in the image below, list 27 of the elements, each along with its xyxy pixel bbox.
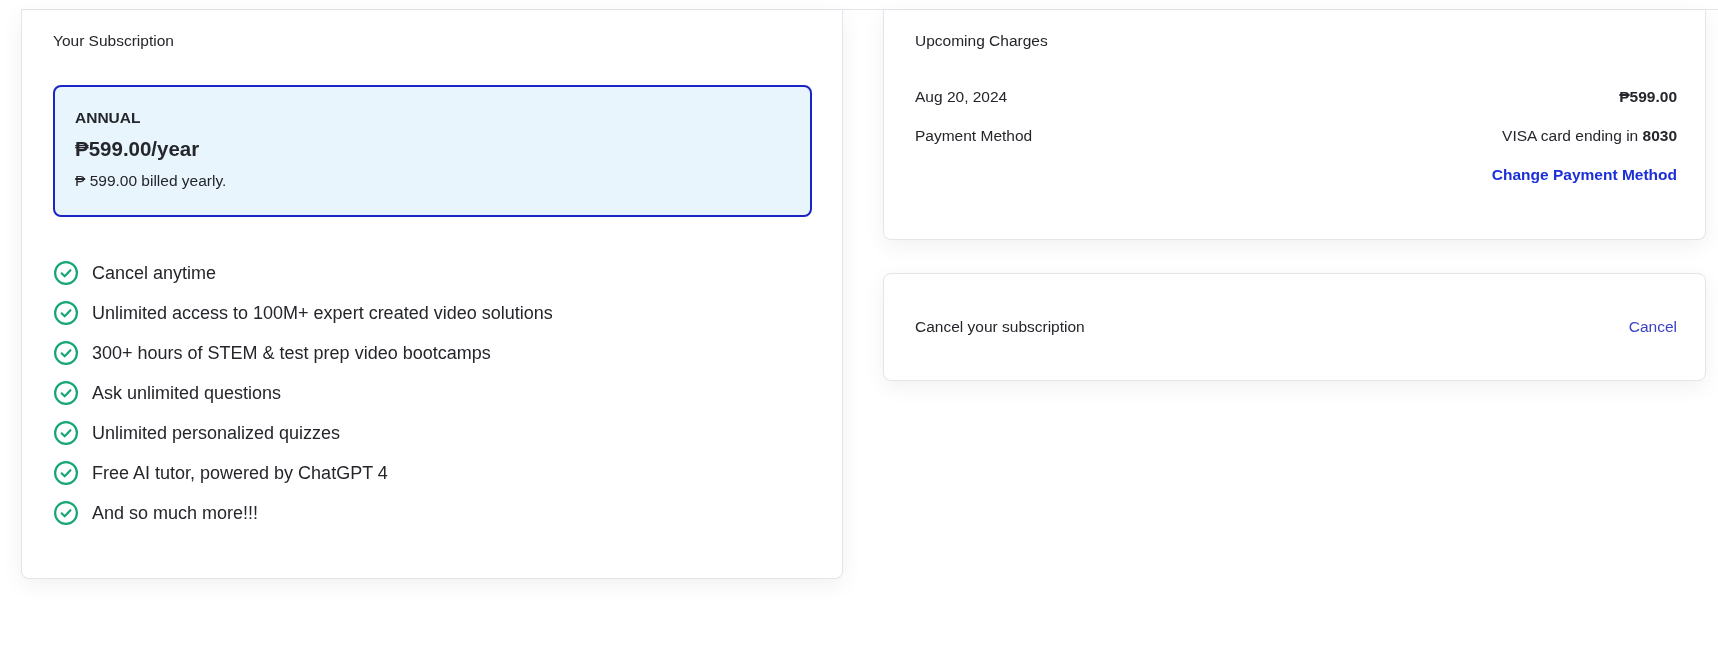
feature-text: 300+ hours of STEM & test prep video bootcamps [92, 342, 491, 365]
check-circle-icon [54, 301, 78, 325]
check-circle-icon [54, 461, 78, 485]
check-circle-icon [54, 381, 78, 405]
billing-note: ₱ 599.00 billed yearly. [75, 171, 228, 191]
plan-price: ₱599.00/year [75, 136, 201, 162]
check-circle-icon [54, 341, 78, 365]
plan-name: ANNUAL [75, 108, 142, 128]
card-title: Your Subscription [53, 31, 175, 51]
feature-text: Free AI tutor, powered by ChatGPT 4 [92, 462, 388, 485]
feature-text: Unlimited personalized quizzes [92, 422, 341, 445]
payment-method-text: VISA card ending in 8030 [1502, 126, 1677, 145]
feature-text: Ask unlimited questions [92, 382, 282, 405]
check-circle-icon [54, 421, 78, 445]
feature-text: Cancel anytime [92, 262, 217, 285]
cancel-label: Cancel your subscription [915, 318, 1085, 336]
charge-amount: ₱599.00 [1619, 87, 1677, 106]
check-circle-icon [54, 261, 78, 285]
feature-text: And so much more!!! [92, 502, 259, 525]
cancel-link[interactable]: Cancel [1628, 318, 1677, 336]
card-title: Upcoming Charges [915, 31, 1049, 51]
row-label: Payment Method [915, 126, 1033, 145]
change-payment-link[interactable]: Change Payment Method [1491, 165, 1677, 184]
row-label: Aug 20, 2024 [915, 87, 1008, 106]
check-circle-icon [54, 501, 78, 525]
feature-text: Unlimited access to 100M+ expert created video solutions [92, 302, 553, 325]
plan-card[interactable]: ANNUAL ₱599.00/year ₱ 599.00 billed yearly. [53, 85, 812, 217]
